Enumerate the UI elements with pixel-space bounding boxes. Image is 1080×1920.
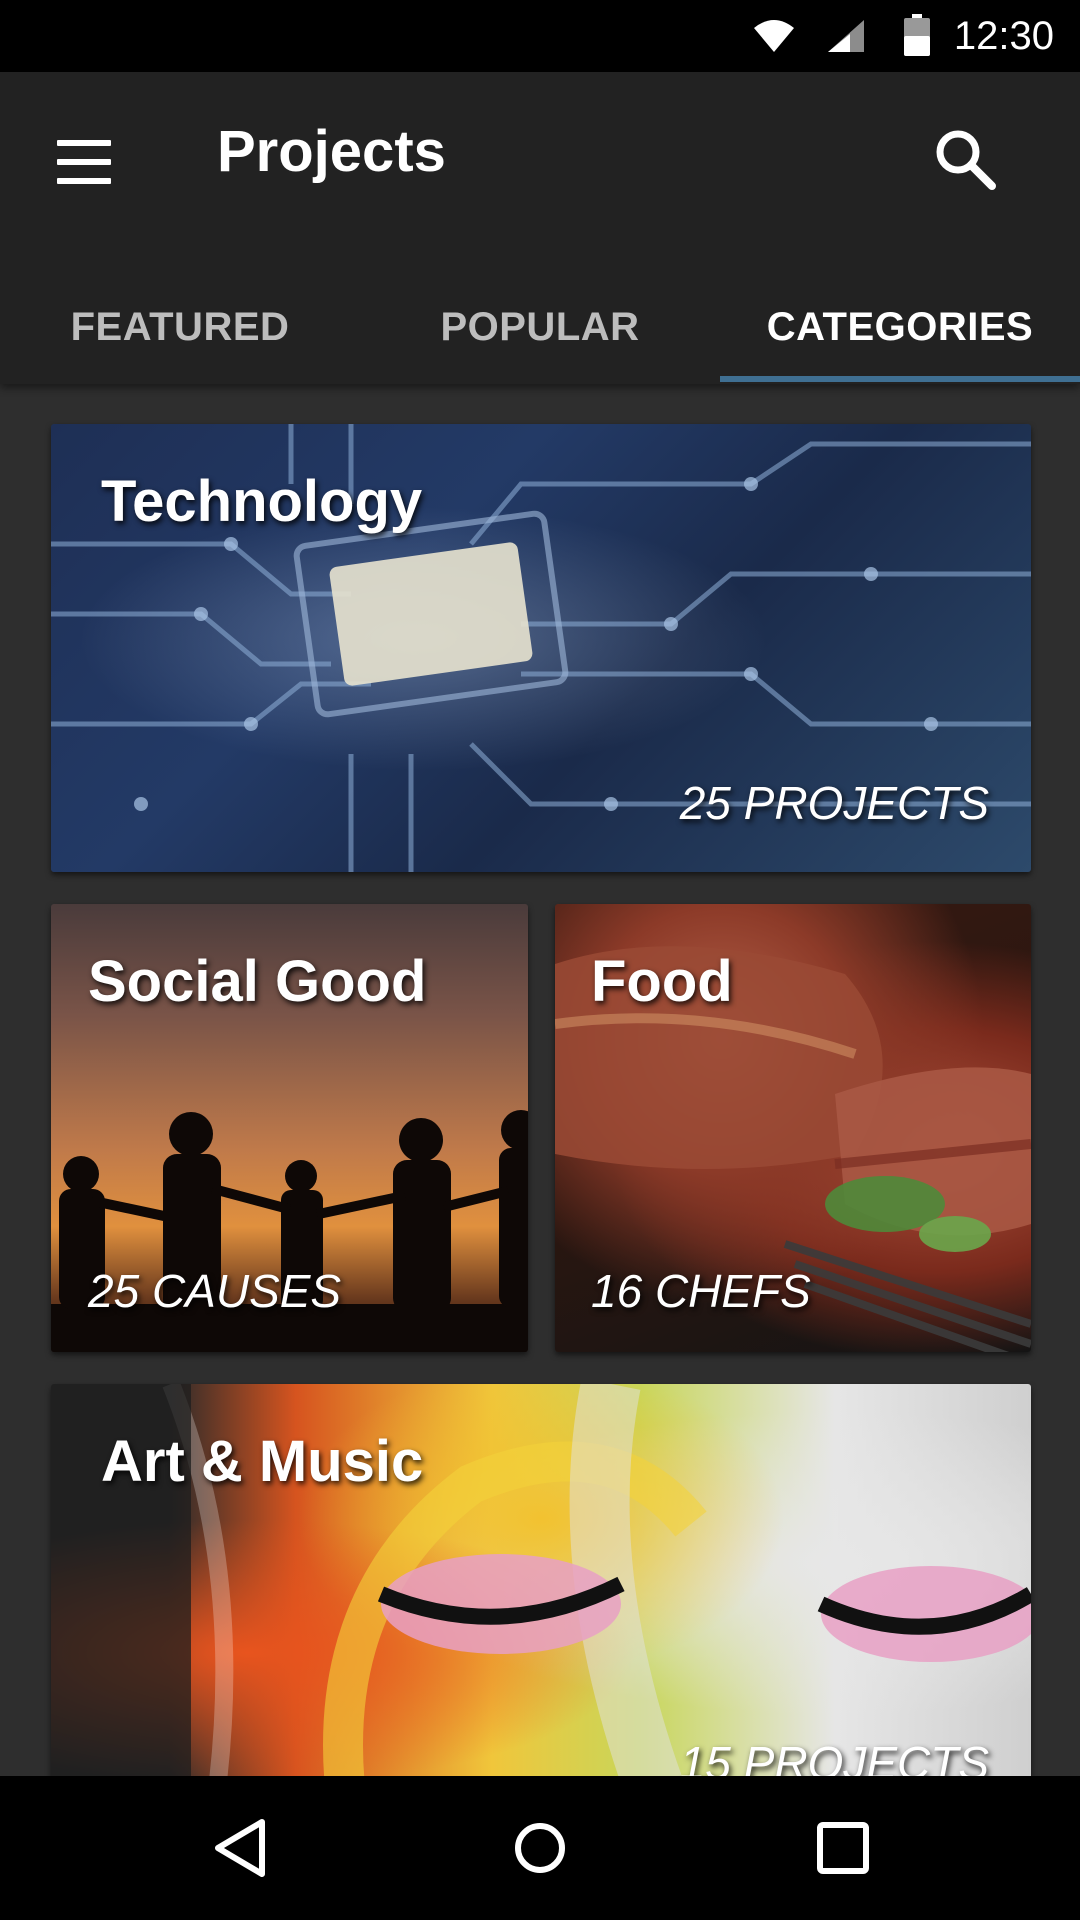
card-title: Social Good — [88, 949, 427, 1014]
wifi-icon — [754, 20, 794, 52]
status-bar: 12:30 — [0, 0, 1080, 72]
tab-popular[interactable]: POPULAR — [360, 274, 720, 380]
card-title: Art & Music — [101, 1429, 424, 1494]
card-count: 16 CHEFS — [591, 1265, 811, 1317]
page-title: Projects — [217, 119, 446, 184]
app-bar: Projects FEATURED POPULAR CATEGORIES — [0, 72, 1080, 384]
tab-categories[interactable]: CATEGORIES — [720, 274, 1080, 380]
card-title: Food — [591, 949, 733, 1014]
cell-signal-icon — [828, 20, 864, 52]
tab-indicator — [720, 376, 1080, 382]
back-icon[interactable] — [200, 1808, 280, 1888]
search-icon[interactable] — [930, 124, 1000, 194]
category-card-technology[interactable]: Technology 25 PROJECTS — [51, 424, 1031, 872]
category-card-social-good[interactable]: Social Good 25 CAUSES — [51, 904, 528, 1352]
navigation-bar — [0, 1776, 1080, 1920]
app-screen: 12:30 Projects FEATURED POPULAR CATEGORI… — [0, 0, 1080, 1920]
card-count: 25 CAUSES — [88, 1265, 342, 1317]
card-title: Technology — [101, 469, 423, 534]
home-icon[interactable] — [500, 1808, 580, 1888]
recents-icon[interactable] — [803, 1808, 883, 1888]
tab-bar: FEATURED POPULAR CATEGORIES — [0, 274, 1080, 384]
hamburger-menu-icon[interactable] — [52, 130, 116, 194]
card-count: 25 PROJECTS — [679, 777, 989, 829]
category-card-art-music[interactable]: Art & Music 15 PROJECTS — [51, 1384, 1031, 1832]
battery-icon — [904, 14, 930, 56]
tab-featured[interactable]: FEATURED — [0, 274, 360, 380]
category-card-food[interactable]: Food 16 CHEFS — [555, 904, 1031, 1352]
status-time: 12:30 — [953, 14, 1054, 58]
